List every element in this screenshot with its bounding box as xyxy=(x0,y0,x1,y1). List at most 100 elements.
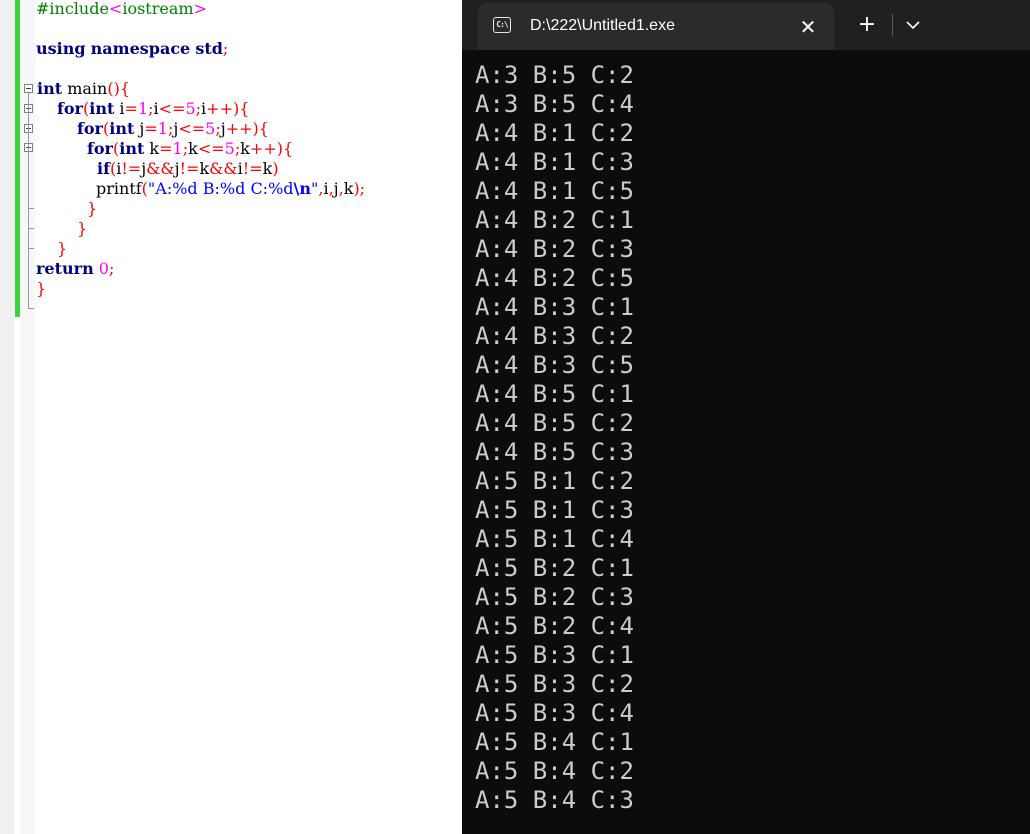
terminal-titlebar[interactable]: C:\ D:\222\Untitled1.exe ✕ + xyxy=(462,0,1030,50)
code-token: k xyxy=(199,159,210,178)
code-token: } xyxy=(36,279,47,298)
code-token: ++){ xyxy=(206,99,250,118)
code-token: k xyxy=(262,159,273,178)
tab-dropdown-button[interactable] xyxy=(900,10,926,40)
terminal-output-line: A:5 B:3 C:1 xyxy=(475,641,634,669)
code-token: printf xyxy=(96,179,142,198)
code-token: for xyxy=(77,119,103,138)
terminal-output-line: A:5 B:3 C:4 xyxy=(475,699,634,727)
code-token: 5 xyxy=(224,139,235,158)
terminal-output-line: A:5 B:4 C:3 xyxy=(475,786,634,814)
code-token: k xyxy=(188,139,198,158)
fold-end-marker xyxy=(28,308,34,309)
terminal-output-line: A:4 B:3 C:5 xyxy=(475,351,634,379)
code-token: <= xyxy=(158,99,186,118)
terminal-output-line: A:4 B:2 C:3 xyxy=(475,235,634,263)
terminal-output-line: A:5 B:2 C:3 xyxy=(475,583,634,611)
code-token: "A:%d B:%d C:%d xyxy=(147,179,294,198)
terminal-tab[interactable]: C:\ D:\222\Untitled1.exe ✕ xyxy=(478,3,834,50)
code-token: 0 xyxy=(98,259,109,278)
terminal-output-line: A:5 B:3 C:2 xyxy=(475,670,634,698)
code-token: \n xyxy=(293,179,311,198)
code-line: for(int j=1;j<=5;j++){ xyxy=(77,119,269,139)
code-token: #include xyxy=(36,0,109,18)
chevron-down-icon xyxy=(906,21,920,30)
code-token: k xyxy=(144,139,160,158)
code-token: <= xyxy=(197,139,225,158)
code-token: namespace xyxy=(90,39,191,58)
terminal-output[interactable]: A:3 B:5 C:2 A:3 B:5 C:4 A:4 B:1 C:2 A:4 B:1… xyxy=(475,61,634,815)
code-token: i xyxy=(114,99,125,118)
terminal-output-line: A:4 B:5 C:1 xyxy=(475,380,634,408)
tab-title: D:\222\Untitled1.exe xyxy=(530,17,675,34)
code-line: for(int i=1;i<=5;i++){ xyxy=(57,99,249,119)
code-token: 5 xyxy=(205,119,216,138)
terminal-window[interactable]: C:\ D:\222\Untitled1.exe ✕ + A:3 B:5 C:2… xyxy=(462,0,1030,834)
code-line: } xyxy=(77,219,87,239)
code-token: for xyxy=(57,99,83,118)
code-token: k xyxy=(343,179,354,198)
cmd-icon: C:\ xyxy=(493,17,511,33)
code-token: int xyxy=(119,139,145,158)
code-line: return 0; xyxy=(36,259,114,279)
code-line: using namespace std; xyxy=(36,39,228,59)
code-line: } xyxy=(87,199,97,219)
code-token: for xyxy=(87,139,113,158)
fold-guide-line xyxy=(28,93,29,309)
terminal-output-line: A:4 B:5 C:2 xyxy=(475,409,634,437)
terminal-output-line: A:4 B:2 C:1 xyxy=(475,206,634,234)
code-token: != xyxy=(179,159,200,178)
code-line: if(i!=j&&j!=k&&i!=k) xyxy=(97,159,279,179)
code-token: ; xyxy=(222,39,229,58)
code-token: main xyxy=(62,79,108,98)
code-token: } xyxy=(77,219,88,238)
terminal-output-line: A:4 B:1 C:3 xyxy=(475,148,634,176)
code-token: 1 xyxy=(172,139,183,158)
code-token: = xyxy=(144,119,158,138)
code-token: ) xyxy=(272,159,279,178)
code-token: k xyxy=(240,139,250,158)
terminal-output-line: A:5 B:1 C:3 xyxy=(475,496,634,524)
code-token: != xyxy=(121,159,142,178)
close-tab-button[interactable]: ✕ xyxy=(794,13,822,41)
code-token: ++){ xyxy=(249,139,294,158)
code-line: for(int k=1;k<=5;k++){ xyxy=(87,139,293,159)
code-token: 5 xyxy=(185,99,196,118)
code-token: iostream xyxy=(122,0,194,18)
code-line: printf("A:%d B:%d C:%d\n",i,j,k); xyxy=(96,179,365,199)
fold-toggle-icon[interactable] xyxy=(24,84,33,93)
terminal-output-line: A:5 B:2 C:4 xyxy=(475,612,634,640)
code-token: ); xyxy=(353,179,366,198)
terminal-output-line: A:5 B:1 C:2 xyxy=(475,467,634,495)
editor-gutter xyxy=(0,0,14,834)
code-line: } xyxy=(36,279,46,299)
terminal-output-line: A:4 B:5 C:3 xyxy=(475,438,634,466)
code-token: 1 xyxy=(157,119,168,138)
code-token: (){ xyxy=(107,79,130,98)
terminal-output-line: A:4 B:3 C:1 xyxy=(475,293,634,321)
code-token: < xyxy=(108,0,123,18)
code-token: != xyxy=(242,159,263,178)
code-token: int xyxy=(109,119,135,138)
code-line: #include<iostream> xyxy=(36,0,207,19)
terminal-output-line: A:5 B:4 C:1 xyxy=(475,728,634,756)
terminal-output-line: A:4 B:1 C:2 xyxy=(475,119,634,147)
code-line: } xyxy=(57,239,67,259)
terminal-output-line: A:4 B:2 C:5 xyxy=(475,264,634,292)
terminal-output-line: A:3 B:5 C:2 xyxy=(475,61,634,89)
code-token: int xyxy=(89,99,115,118)
code-token: } xyxy=(57,239,68,258)
code-token: std xyxy=(195,39,223,58)
code-token: = xyxy=(124,99,138,118)
fold-end-marker xyxy=(28,248,34,249)
terminal-output-line: A:4 B:1 C:5 xyxy=(475,177,634,205)
titlebar-divider xyxy=(892,14,893,36)
code-token: } xyxy=(87,199,98,218)
code-editor[interactable]: #include<iostream> using namespace std; … xyxy=(0,0,462,834)
code-line: int main(){ xyxy=(37,79,130,99)
code-token: && xyxy=(209,159,238,178)
code-token: j xyxy=(134,119,145,138)
terminal-output-line: A:5 B:4 C:2 xyxy=(475,757,634,785)
new-tab-button[interactable]: + xyxy=(852,10,882,40)
code-token: int xyxy=(37,79,63,98)
